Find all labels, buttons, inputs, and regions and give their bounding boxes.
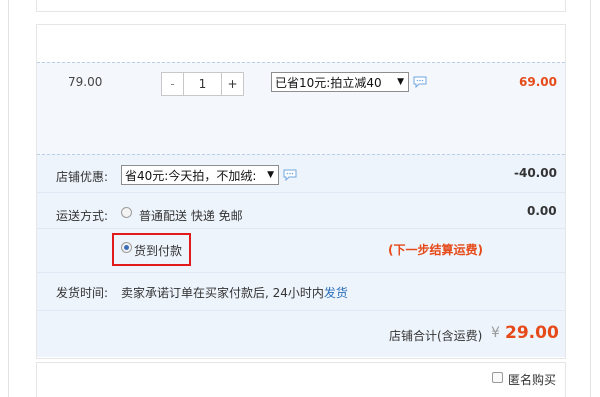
item-subtotal: 69.00: [519, 75, 557, 89]
cod-hint: (下一步结算运费): [388, 243, 483, 257]
anonymous-checkbox[interactable]: [492, 372, 503, 383]
previous-section: [36, 0, 566, 12]
anonymous-label[interactable]: 匿名购买: [508, 371, 556, 388]
quantity-increase-button[interactable]: +: [222, 73, 243, 95]
chat-icon[interactable]: [283, 169, 297, 181]
delivery-promise: 卖家承诺订单在买家付款后, 24小时内: [121, 286, 324, 300]
chat-icon[interactable]: [413, 76, 427, 88]
divider: [37, 192, 565, 193]
shop-discount-label: 店铺优惠:: [56, 170, 109, 184]
shipping-normal-label[interactable]: 普通配送 快递 免邮: [139, 207, 243, 224]
shop-discount-select[interactable]: 省40元:今天拍，不加绒: ▼: [121, 165, 279, 185]
delivery-label: 发货时间:: [56, 286, 109, 300]
divider: [37, 228, 565, 229]
quantity-input[interactable]: 1: [183, 73, 222, 95]
divider: [37, 310, 565, 311]
shipping-amount: 0.00: [527, 204, 557, 218]
page-border-left: [8, 0, 9, 397]
quantity-stepper: - 1 +: [161, 72, 244, 96]
item-price: 79.00: [68, 75, 103, 89]
page-border-right: [590, 0, 591, 397]
item-discount-select-value: 已省10元:拍立减40: [275, 75, 382, 90]
delivery-text: 卖家承诺订单在买家付款后, 24小时内发货: [121, 284, 348, 301]
shipping-normal-radio[interactable]: [121, 207, 132, 218]
shipping-cod-radio[interactable]: [121, 242, 132, 253]
total-amount: 29.00: [505, 323, 559, 343]
shipping-cod-label[interactable]: 货到付款: [134, 242, 182, 259]
total-currency: ¥: [491, 325, 500, 341]
divider: [37, 272, 565, 273]
delivery-link[interactable]: 发货: [324, 286, 348, 300]
total-label: 店铺合计(含运费): [389, 329, 483, 343]
dropdown-arrow-icon: ▼: [267, 170, 274, 180]
shop-discount-amount: -40.00: [514, 166, 557, 180]
item-discount-select[interactable]: 已省10元:拍立减40 ▼: [271, 72, 409, 92]
shop-discount-select-value: 省40元:今天拍，不加绒:: [125, 168, 257, 183]
dropdown-arrow-icon: ▼: [397, 77, 404, 87]
shipping-label: 运送方式:: [56, 209, 109, 223]
quantity-decrease-button[interactable]: -: [162, 73, 183, 95]
bottom-section: [36, 362, 566, 397]
